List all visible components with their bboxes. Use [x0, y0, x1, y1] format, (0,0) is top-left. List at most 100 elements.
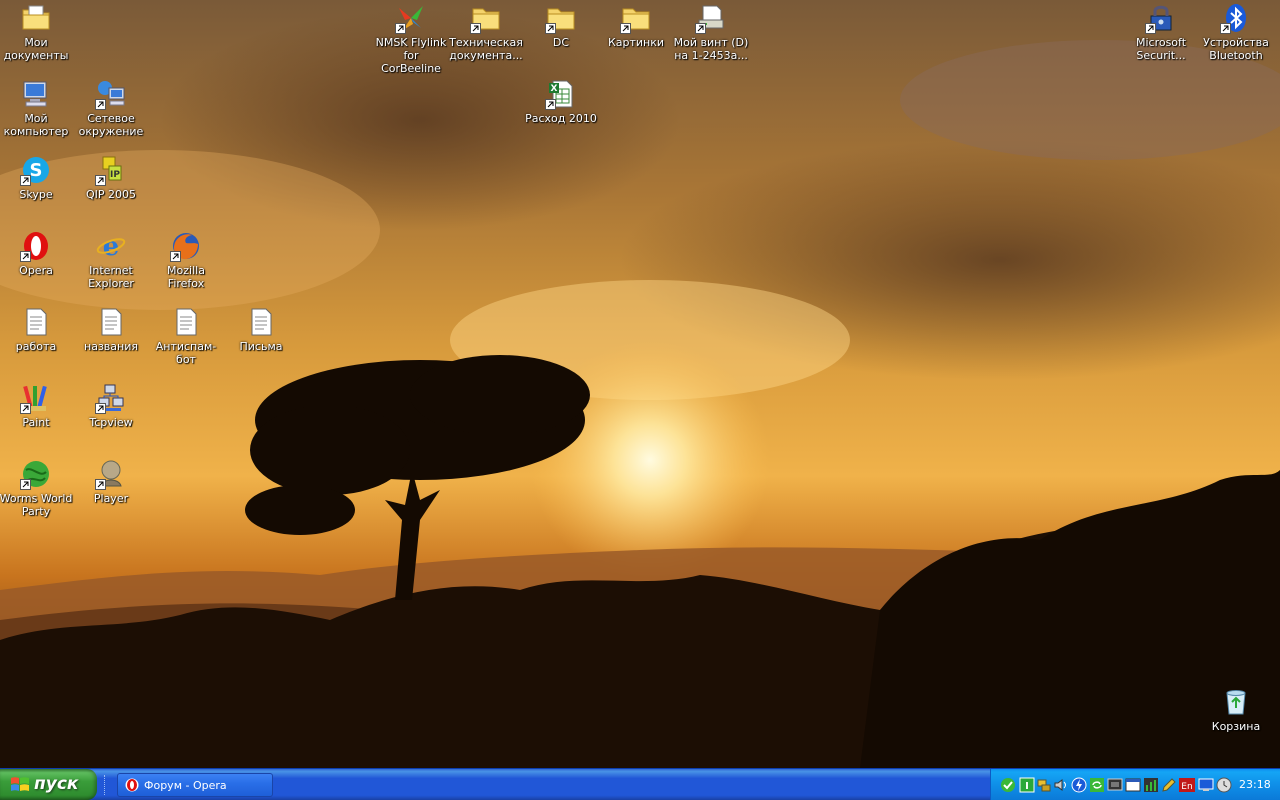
shortcut-arrow-icon [95, 175, 106, 186]
desktop-icon-bluetooth[interactable]: Устройства Bluetooth [1198, 2, 1274, 62]
desktop-icon-my-computer[interactable]: Мой компьютер [0, 78, 74, 138]
icon-label: Расход 2010 [525, 112, 597, 125]
icon-label: Skype [19, 188, 53, 201]
shortcut-arrow-icon [695, 23, 706, 34]
icon-label: Устройства Bluetooth [1203, 36, 1269, 62]
shortcut-arrow-icon [20, 251, 31, 262]
tray-sync-icon[interactable] [1089, 777, 1105, 793]
tray-window-icon[interactable] [1125, 777, 1141, 793]
desktop-icon-player[interactable]: Player [73, 458, 149, 505]
shortcut-arrow-icon [20, 479, 31, 490]
windows-logo-icon [11, 777, 29, 791]
desktop-icon-worms[interactable]: Worms World Party [0, 458, 74, 518]
toolbar-grip[interactable] [104, 775, 109, 795]
shortcut-arrow-icon [545, 23, 556, 34]
recycle-bin-icon [1226, 690, 1246, 715]
tray-pencil-icon[interactable] [1161, 777, 1177, 793]
start-label: пуск [34, 774, 79, 794]
icon-label: Player [93, 492, 129, 505]
icon-label: Paint [22, 416, 50, 429]
icon-label: Tcpview [89, 416, 133, 429]
desktop-icon-my-documents[interactable]: Мои документы [0, 2, 74, 62]
start-button[interactable]: пуск [0, 769, 97, 800]
internet-explorer-icon: e [96, 232, 126, 262]
system-tray: I En 23:18 [990, 769, 1280, 800]
desktop-icon-qip[interactable]: IP QIP 2005 [73, 154, 149, 201]
tray-chart-icon[interactable] [1143, 777, 1159, 793]
icon-label: Мой компьютер [3, 112, 69, 138]
tray-network-icon[interactable] [1036, 777, 1052, 793]
text-file-icon [26, 308, 47, 336]
desktop-icon-tech-docs[interactable]: Техническая документа... [448, 2, 524, 62]
clock[interactable]: 23:18 [1239, 778, 1271, 791]
desktop-icon-skype[interactable]: S Skype [0, 154, 74, 201]
desktop-icon-opera[interactable]: Opera [0, 230, 74, 277]
shortcut-arrow-icon [170, 251, 181, 262]
shortcut-arrow-icon [1145, 23, 1156, 34]
opera-icon [125, 778, 139, 792]
desktop-icon-paint[interactable]: Paint [0, 382, 74, 429]
shortcut-arrow-icon [95, 99, 106, 110]
icon-label: работа [15, 340, 57, 353]
icon-label: Письма [239, 340, 283, 353]
svg-text:I: I [1025, 781, 1029, 792]
text-file-icon [251, 308, 272, 336]
shortcut-arrow-icon [20, 175, 31, 186]
shortcut-arrow-icon [20, 403, 31, 414]
tray-flash-icon[interactable] [1071, 777, 1087, 793]
icon-label: Opera [19, 264, 53, 277]
tray-clock-app-icon[interactable] [1216, 777, 1232, 793]
shortcut-arrow-icon [95, 479, 106, 490]
desktop-icon-pisma[interactable]: Письма [223, 306, 299, 353]
tray-monitor-icon[interactable] [1107, 777, 1123, 793]
shortcut-arrow-icon [545, 99, 556, 110]
tray-speaker-icon[interactable] [1053, 777, 1069, 793]
desktop-icon-expenses[interactable]: X Расход 2010 [523, 78, 599, 125]
icon-label: Антиспам-бот [155, 340, 217, 366]
desktop-icon-firefox[interactable]: Mozilla Firefox [148, 230, 224, 290]
shortcut-arrow-icon [95, 403, 106, 414]
icon-label: Worms World Party [0, 492, 73, 518]
taskbar-button-label: Форум - Opera [144, 779, 227, 792]
desktop-icon-ie[interactable]: e Internet Explorer [73, 230, 149, 290]
desktop-icon-network[interactable]: Сетевое окружение [73, 78, 149, 138]
desktop-icon-nazvaniya[interactable]: названия [73, 306, 149, 353]
icon-label: Mozilla Firefox [167, 264, 205, 290]
icon-label: Мой винт (D) на 1-2453а... [673, 36, 749, 62]
tray-language-indicator[interactable]: En [1179, 777, 1195, 793]
icon-label: Мои документы [3, 36, 69, 62]
svg-text:IP: IP [110, 170, 120, 180]
icon-label: QIP 2005 [85, 188, 137, 201]
shortcut-arrow-icon [395, 23, 406, 34]
taskbar: пуск Форум - Opera I En 23:18 [0, 768, 1280, 800]
icon-label: Картинки [607, 36, 665, 49]
text-file-icon [101, 308, 122, 336]
icon-label: Internet Explorer [88, 264, 134, 290]
computer-icon [23, 81, 47, 107]
icon-label: Microsoft Securit... [1135, 36, 1187, 62]
desktop-icon-pictures[interactable]: Картинки [598, 2, 674, 49]
icon-label: DC [552, 36, 570, 49]
desktop-icon-my-drive[interactable]: Мой винт (D) на 1-2453а... [673, 2, 749, 62]
tray-check-icon[interactable] [1000, 777, 1016, 793]
svg-text:X: X [551, 84, 558, 94]
wallpaper-sunset [0, 0, 1280, 768]
desktop-icon-tcpview[interactable]: Tcpview [73, 382, 149, 429]
desktop-icon-flylink[interactable]: NMSK Flylink for CorBeeline [373, 2, 449, 75]
tray-qip-icon[interactable]: I [1019, 777, 1035, 793]
icon-label: NMSK Flylink for CorBeeline [375, 36, 447, 75]
desktop-icon-dc[interactable]: DC [523, 2, 599, 49]
desktop-icon-antispam[interactable]: Антиспам-бот [148, 306, 224, 366]
desktop[interactable]: Мои документы Мой компьютер S Skype Oper… [0, 0, 1280, 768]
shortcut-arrow-icon [470, 23, 481, 34]
desktop-icon-ms-security[interactable]: Microsoft Securit... [1123, 2, 1199, 62]
taskbar-button-opera[interactable]: Форум - Opera [117, 773, 273, 797]
shortcut-arrow-icon [1220, 23, 1231, 34]
icon-label: Сетевое окружение [78, 112, 144, 138]
tray-display-icon[interactable] [1198, 777, 1214, 793]
desktop-icon-recycle-bin[interactable]: Корзина [1198, 686, 1274, 733]
desktop-icon-rabota[interactable]: работа [0, 306, 74, 353]
svg-text:e: e [103, 232, 120, 262]
svg-text:S: S [30, 160, 43, 181]
icon-label: Корзина [1211, 720, 1261, 733]
